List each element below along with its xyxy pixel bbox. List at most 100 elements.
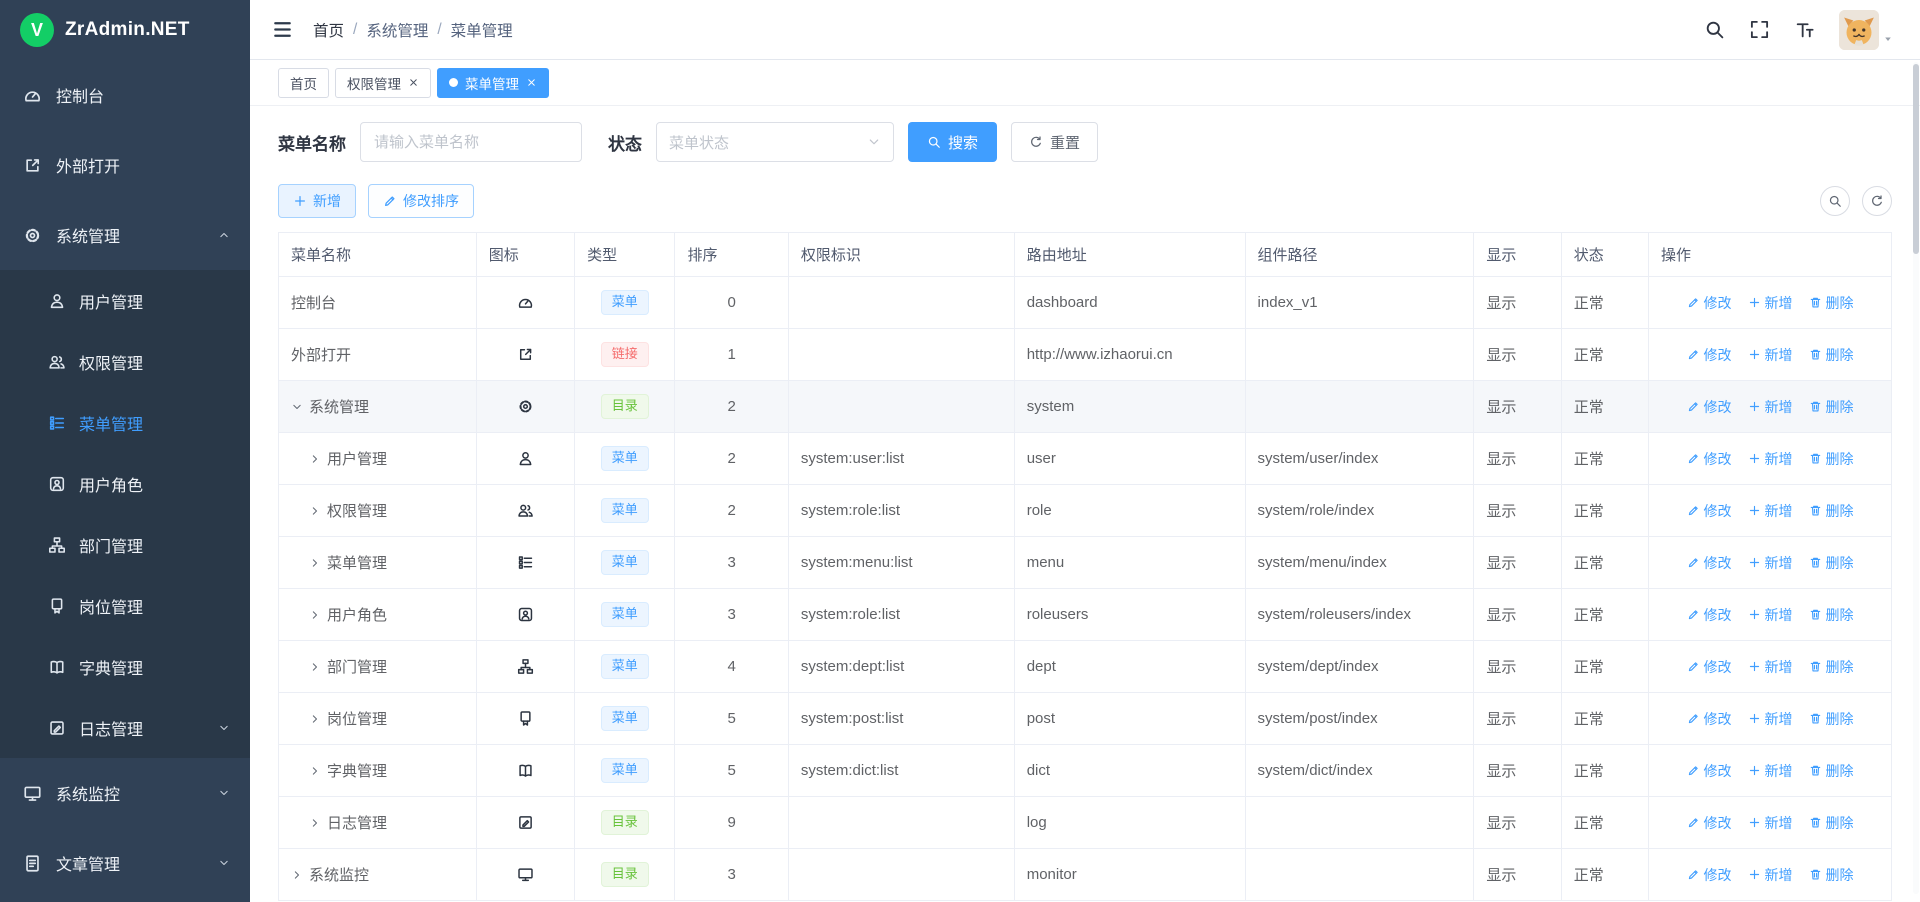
edit-link[interactable]: 修改	[1687, 657, 1732, 677]
table-row: 权限管理菜单2system:role:listrolesystem/role/i…	[279, 485, 1892, 537]
delete-link[interactable]: 删除	[1809, 293, 1854, 313]
tab[interactable]: 权限管理	[335, 68, 431, 98]
edit-link[interactable]: 修改	[1687, 449, 1732, 469]
chevron-right-icon[interactable]	[309, 609, 321, 621]
edit-link[interactable]: 修改	[1687, 813, 1732, 833]
edit-link[interactable]: 修改	[1687, 345, 1732, 365]
fullscreen-icon[interactable]	[1749, 19, 1770, 40]
op-label: 新增	[1765, 293, 1793, 313]
add-link[interactable]: 新增	[1748, 553, 1793, 573]
edit-link[interactable]: 修改	[1687, 605, 1732, 625]
add-link[interactable]: 新增	[1748, 345, 1793, 365]
delete-link[interactable]: 删除	[1809, 449, 1854, 469]
sidebar-item[interactable]: 系统管理	[0, 200, 250, 270]
add-link[interactable]: 新增	[1748, 293, 1793, 313]
delete-link[interactable]: 删除	[1809, 865, 1854, 885]
role-icon	[48, 475, 66, 493]
delete-link[interactable]: 删除	[1809, 553, 1854, 573]
sidebar-item[interactable]: 岗位管理	[0, 575, 250, 636]
sort-value: 5	[675, 745, 788, 797]
edit-link[interactable]: 修改	[1687, 501, 1732, 521]
plus-icon	[1748, 712, 1761, 725]
add-link[interactable]: 新增	[1748, 501, 1793, 521]
sort-value: 9	[675, 797, 788, 849]
add-link[interactable]: 新增	[1748, 761, 1793, 781]
trash-icon	[1809, 348, 1822, 361]
caret-down-icon[interactable]	[1882, 33, 1894, 45]
sidebar-item[interactable]: 系统监控	[0, 758, 250, 828]
sidebar-item[interactable]: 权限管理	[0, 331, 250, 392]
edit-link[interactable]: 修改	[1687, 761, 1732, 781]
type-tag: 菜单	[601, 498, 649, 523]
edit-link[interactable]: 修改	[1687, 293, 1732, 313]
edit-link[interactable]: 修改	[1687, 709, 1732, 729]
delete-link[interactable]: 删除	[1809, 397, 1854, 417]
sidebar-item[interactable]: 文章管理	[0, 828, 250, 898]
chevron-right-icon[interactable]	[309, 713, 321, 725]
scrollbar-thumb[interactable]	[1913, 64, 1919, 254]
sidebar-item[interactable]: 外部打开	[0, 130, 250, 200]
logo-icon: V	[20, 13, 54, 47]
delete-link[interactable]: 删除	[1809, 657, 1854, 677]
add-link[interactable]: 新增	[1748, 397, 1793, 417]
breadcrumb-item[interactable]: 首页	[313, 19, 344, 41]
edit-link[interactable]: 修改	[1687, 553, 1732, 573]
chevron-right-icon[interactable]	[309, 557, 321, 569]
component-value	[1245, 849, 1474, 901]
add-link[interactable]: 新增	[1748, 605, 1793, 625]
chevron-right-icon[interactable]	[309, 453, 321, 465]
search-icon[interactable]	[1704, 19, 1725, 40]
trash-icon	[1809, 504, 1822, 517]
edit-sort-button[interactable]: 修改排序	[368, 184, 474, 218]
close-icon[interactable]	[526, 77, 537, 88]
add-link[interactable]: 新增	[1748, 813, 1793, 833]
delete-link[interactable]: 删除	[1809, 501, 1854, 521]
chevron-right-icon[interactable]	[309, 765, 321, 777]
route-value: menu	[1014, 537, 1245, 589]
search-button[interactable]: 搜索	[908, 122, 997, 162]
type-tag: 菜单	[601, 706, 649, 731]
component-value: system/dict/index	[1245, 745, 1474, 797]
add-link[interactable]: 新增	[1748, 657, 1793, 677]
breadcrumb-item[interactable]: 系统管理	[366, 19, 428, 41]
avatar[interactable]	[1839, 10, 1879, 50]
sidebar-item[interactable]: 控制台	[0, 60, 250, 130]
tab[interactable]: 首页	[278, 68, 329, 98]
delete-link[interactable]: 删除	[1809, 761, 1854, 781]
close-icon[interactable]	[408, 77, 419, 88]
refresh-button[interactable]	[1862, 186, 1892, 216]
add-link[interactable]: 新增	[1748, 449, 1793, 469]
sidebar-nav: 控制台外部打开系统管理用户管理权限管理菜单管理用户角色部门管理岗位管理字典管理日…	[0, 60, 250, 898]
add-link[interactable]: 新增	[1748, 865, 1793, 885]
chevron-down-icon[interactable]	[291, 401, 303, 413]
font-size-icon[interactable]	[1794, 19, 1815, 40]
edit-link[interactable]: 修改	[1687, 865, 1732, 885]
perm-value: system:role:list	[788, 589, 1014, 641]
op-label: 修改	[1704, 501, 1732, 521]
add-link[interactable]: 新增	[1748, 709, 1793, 729]
tab[interactable]: 菜单管理	[437, 68, 549, 98]
menu-fold-icon[interactable]	[272, 19, 293, 40]
sidebar-item[interactable]: 用户角色	[0, 453, 250, 514]
sidebar-item[interactable]: 部门管理	[0, 514, 250, 575]
add-button[interactable]: 新增	[278, 184, 356, 218]
delete-link[interactable]: 删除	[1809, 605, 1854, 625]
sidebar-item[interactable]: 字典管理	[0, 636, 250, 697]
sidebar-item[interactable]: 用户管理	[0, 270, 250, 331]
edit-link[interactable]: 修改	[1687, 397, 1732, 417]
delete-link[interactable]: 删除	[1809, 709, 1854, 729]
menu-name-input[interactable]	[360, 122, 582, 162]
sidebar-item[interactable]: 菜单管理	[0, 392, 250, 453]
chevron-right-icon[interactable]	[291, 869, 303, 881]
delete-link[interactable]: 删除	[1809, 345, 1854, 365]
status-select[interactable]: 菜单状态	[656, 122, 894, 162]
chevron-right-icon[interactable]	[309, 661, 321, 673]
type-tag: 目录	[601, 810, 649, 835]
show-search-button[interactable]	[1820, 186, 1850, 216]
chevron-right-icon[interactable]	[309, 505, 321, 517]
tree-icon	[517, 658, 534, 675]
sidebar-item[interactable]: 日志管理	[0, 697, 250, 758]
reset-button[interactable]: 重置	[1011, 122, 1098, 162]
chevron-right-icon[interactable]	[309, 817, 321, 829]
delete-link[interactable]: 删除	[1809, 813, 1854, 833]
